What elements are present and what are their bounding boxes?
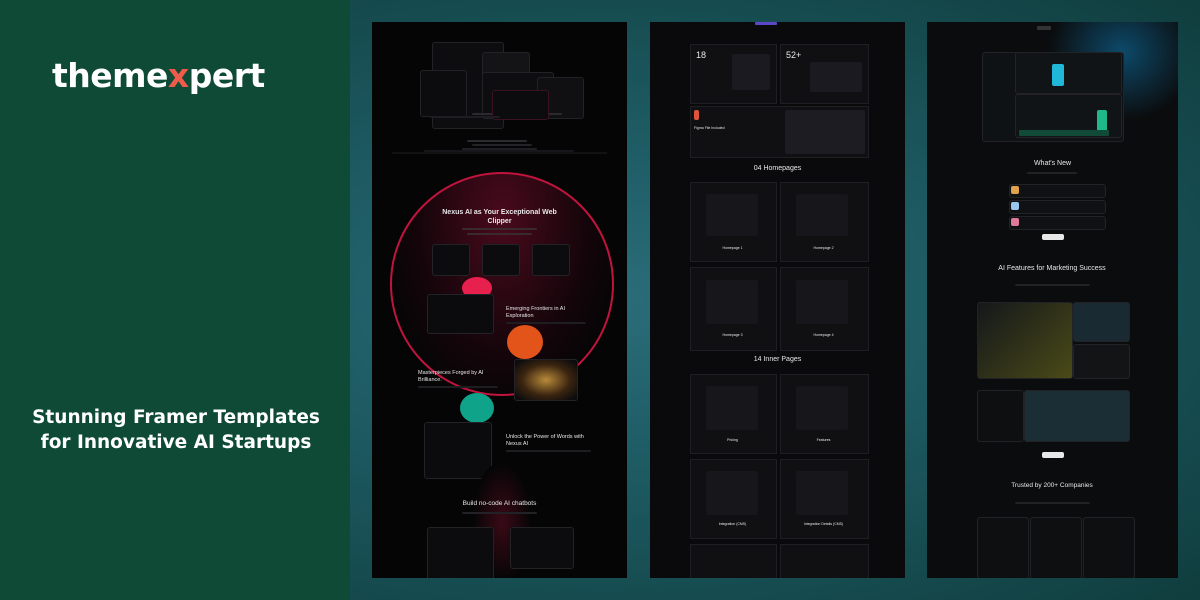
- homepages-heading: 04 Homepages: [753, 165, 802, 172]
- template-preview-1[interactable]: Nexus AI as Your Exceptional Web Clipper…: [372, 22, 627, 578]
- stat-a: 18: [696, 50, 707, 60]
- feature-a-title: Emerging Frontiers in AI Exploration: [506, 306, 565, 319]
- template-preview-2[interactable]: 18 52+ Figma File Included 04 Homepages …: [650, 22, 905, 578]
- homepage-3-label: Homepage 3: [722, 333, 743, 337]
- headline: Stunning Framer Templates for Innovative…: [32, 407, 320, 453]
- homepage-1-label: Homepage 1: [722, 246, 743, 250]
- section-title: Build no-code AI chatbots: [462, 500, 537, 507]
- inner-1-label: Pricing: [727, 438, 738, 442]
- features-heading: AI Features for Marketing Success: [998, 265, 1106, 272]
- feature-c-title: Unlock the Power of Words with Nexus AI: [506, 434, 584, 447]
- stat-b: 52+: [786, 50, 802, 60]
- brand-panel: themexpert Stunning Framer Templates for…: [0, 0, 350, 600]
- inner-2-label: Features: [816, 438, 831, 442]
- inner-4-label: Integration Details (CMS): [803, 522, 844, 526]
- inner-pages-heading: 14 Inner Pages: [753, 356, 802, 363]
- inner-3-label: Integration (CMS): [718, 522, 747, 526]
- whats-new-heading: What's New: [1033, 160, 1072, 167]
- feature-b-title: Masterpieces Forged by AI Brilliance.: [418, 370, 484, 383]
- themexpert-logo[interactable]: themexpert: [52, 56, 265, 95]
- template-preview-3[interactable]: What's New AI Features for Marketing Suc…: [927, 22, 1178, 578]
- homepage-2-label: Homepage 2: [813, 246, 834, 250]
- hero-title: Nexus AI as Your Exceptional Web Clipper: [442, 209, 557, 225]
- figma-label: Figma File Included: [694, 126, 725, 130]
- trusted-heading: Trusted by 200+ Companies: [1011, 482, 1093, 489]
- homepage-4-label: Homepage 4: [813, 333, 834, 337]
